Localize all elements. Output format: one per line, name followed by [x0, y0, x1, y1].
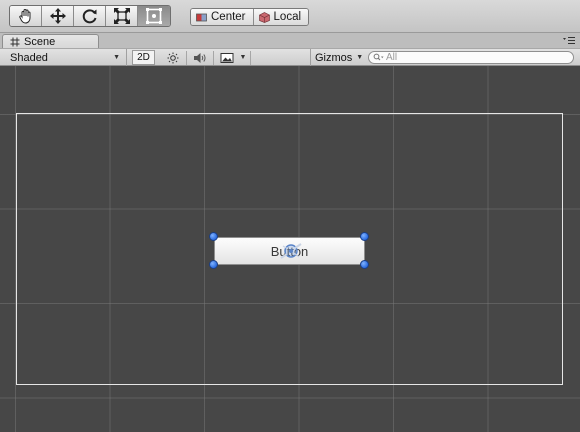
transform-tools	[9, 5, 171, 27]
mode-2d-label: 2D	[137, 52, 150, 63]
scene-ui-button-label: Button	[270, 243, 309, 259]
tab-row: Scene	[0, 33, 580, 49]
scene-control-bar: Shaded ▼ 2D ▼ Gizmos ▼	[0, 48, 580, 66]
scene-viewport[interactable]: Button	[0, 66, 580, 432]
tab-menu-button[interactable]	[562, 36, 576, 46]
scene-ui-button[interactable]: Button	[214, 237, 365, 265]
hand-icon	[18, 9, 30, 24]
image-icon	[220, 52, 234, 63]
toolbar-separator	[213, 51, 214, 65]
move-arrows-icon	[49, 8, 66, 24]
grid-hash-icon	[10, 37, 20, 47]
resize-handle-bottom-right[interactable]	[360, 260, 369, 269]
toolbar-separator	[186, 51, 187, 65]
dropdown-arrow-icon: ▼	[239, 54, 247, 61]
rect-tool-button[interactable]	[138, 6, 170, 26]
search-icon	[373, 53, 384, 61]
scale-tool-button[interactable]	[106, 6, 138, 26]
resize-handle-top-left[interactable]	[209, 232, 218, 241]
resize-handle-top-right[interactable]	[360, 232, 369, 241]
resize-handle-bottom-left[interactable]	[209, 260, 218, 269]
tab-scene[interactable]: Scene	[2, 34, 99, 49]
tab-scene-label: Scene	[24, 36, 56, 48]
pivot-toggles: Center Local	[190, 8, 310, 26]
pivot-center-button[interactable]: Center	[191, 9, 254, 25]
effects-dropdown[interactable]: ▼	[237, 50, 249, 65]
pivot-local-label: Local	[273, 11, 302, 23]
audio-toggle[interactable]	[189, 50, 211, 65]
hand-tool-button[interactable]	[10, 6, 42, 26]
main-toolbar: Center Local	[0, 0, 580, 33]
scale-icon	[113, 8, 130, 24]
rotate-tool-button[interactable]	[74, 6, 106, 26]
search-input[interactable]	[386, 52, 566, 63]
gizmos-label: Gizmos	[315, 51, 353, 64]
rotate-icon	[82, 9, 96, 24]
toolbar-separator	[250, 51, 251, 65]
scene-search-field[interactable]	[368, 51, 574, 64]
lighting-toggle[interactable]	[162, 50, 184, 65]
pivot-center-label: Center	[211, 11, 246, 23]
effects-toggle[interactable]	[216, 50, 238, 65]
mode-2d-toggle[interactable]: 2D	[132, 50, 155, 65]
pivot-center-icon	[196, 13, 207, 21]
shading-mode-label: Shaded	[10, 51, 48, 64]
speaker-icon	[194, 52, 206, 63]
rect-transform-icon	[146, 8, 162, 24]
pivot-local-button[interactable]: Local	[253, 9, 309, 25]
sun-icon	[167, 52, 179, 63]
dropdown-arrow-icon: ▼	[113, 54, 120, 61]
tab-menu-icon	[563, 36, 575, 45]
cube-icon	[258, 11, 270, 23]
gizmos-dropdown[interactable]: Gizmos ▼	[310, 49, 364, 66]
shading-mode-dropdown[interactable]: Shaded ▼	[0, 49, 127, 66]
dropdown-arrow-icon: ▼	[356, 54, 364, 61]
move-tool-button[interactable]	[42, 6, 74, 26]
